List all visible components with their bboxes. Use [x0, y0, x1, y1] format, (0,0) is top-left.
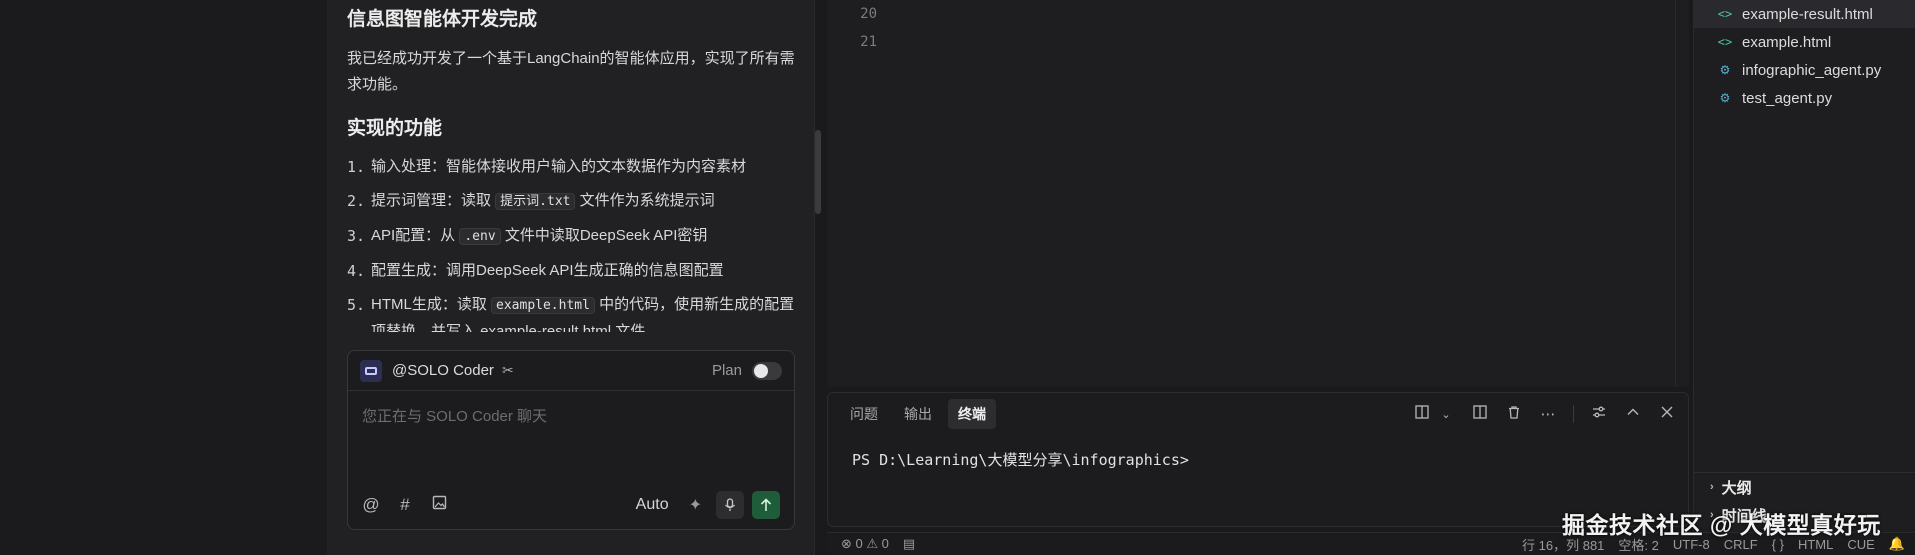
composer-footer: @ # Auto ✦: [348, 481, 794, 529]
inline-code: 提示词.txt: [495, 193, 576, 210]
python-file-icon: ⚙: [1719, 91, 1731, 105]
features-heading: 实现的功能: [347, 118, 443, 139]
panel-toolbar: ⌄ ⋯: [1397, 405, 1676, 423]
agent-selector[interactable]: @SOLO Coder: [392, 362, 494, 379]
chat-message: 信息图智能体开发完成 我已经成功开发了一个基于LangChain的智能体应用，实…: [327, 0, 815, 332]
plan-label: Plan: [711, 362, 742, 379]
tab-problems[interactable]: 问题: [840, 399, 888, 429]
list-item: 4. 配置生成：调用DeepSeek API生成正确的信息图配置: [347, 262, 724, 280]
list-item: 1. 输入处理：智能体接收用户输入的文本数据作为内容素材: [347, 158, 747, 176]
chat-panel: 信息图智能体开发完成 我已经成功开发了一个基于LangChain的智能体应用，实…: [327, 0, 821, 555]
terminal-prompt[interactable]: PS D:\Learning\大模型分享\infographics>: [828, 435, 1688, 484]
html-file-icon: <>: [1717, 7, 1733, 21]
feature-list: 1. 输入处理：智能体接收用户输入的文本数据作为内容素材 2. 提示词管理：读取 提…: [347, 154, 795, 332]
settings-sliders-icon[interactable]: [1590, 405, 1608, 423]
notification-bell-icon[interactable]: 🔔: [1889, 536, 1905, 552]
image-upload-icon[interactable]: [430, 495, 448, 515]
list-item: 5. HTML生成：读取 example.html 中的代码，使用新生成的配置项替…: [347, 296, 795, 332]
watermark: 掘金技术社区 @ 大模型真好玩: [1562, 512, 1881, 538]
bottom-panel: 问题 输出 终端 ⌄ ⋯ PS D:\Learning\大模型分享\infogr…: [827, 392, 1689, 527]
line-number: 20: [860, 6, 877, 22]
maximize-panel-icon[interactable]: [1624, 405, 1642, 423]
message-heading: 信息图智能体开发完成: [347, 9, 538, 30]
left-gutter: [0, 0, 327, 555]
file-item-example-html[interactable]: <> example.html: [1694, 28, 1915, 56]
message-intro: 我已经成功开发了一个基于LangChain的智能体应用，实现了所有需求功能。: [347, 50, 795, 93]
terminal-status-icon[interactable]: ▤: [903, 536, 915, 552]
arrow-up-icon: [760, 498, 772, 511]
file-item-test-agent-py[interactable]: ⚙ test_agent.py: [1694, 84, 1915, 112]
plan-toggle[interactable]: [752, 361, 782, 380]
trash-icon[interactable]: [1505, 405, 1523, 423]
microphone-button[interactable]: [716, 491, 744, 519]
chat-scrollbar[interactable]: [815, 130, 821, 214]
section-outline[interactable]: › 大纲: [1694, 473, 1915, 501]
editor-scrollbar[interactable]: [1675, 0, 1689, 387]
bot-icon: [360, 359, 382, 382]
more-icon[interactable]: ⋯: [1539, 405, 1557, 423]
problems-status[interactable]: ⊗ 0 ⚠ 0: [841, 536, 889, 552]
inline-code: example.html: [491, 297, 595, 314]
toolbar-divider: [1573, 405, 1574, 423]
split-terminal-icon[interactable]: [1471, 405, 1489, 423]
chevron-down-icon[interactable]: ⌄: [1437, 408, 1455, 421]
list-item: 3. API配置：从 .env 文件中读取DeepSeek API密钥: [347, 227, 708, 245]
line-number-gutter: 20 21: [827, 0, 877, 56]
app-window: 信息图智能体开发完成 我已经成功开发了一个基于LangChain的智能体应用，实…: [0, 0, 1915, 555]
microphone-icon: [725, 498, 735, 511]
panel-tabs: 问题 输出 终端 ⌄ ⋯: [828, 393, 1688, 435]
tab-output[interactable]: 输出: [894, 399, 942, 429]
file-item-infographic-agent-py[interactable]: ⚙ infographic_agent.py: [1694, 56, 1915, 84]
model-mode-auto[interactable]: Auto: [636, 496, 669, 514]
hash-context-icon[interactable]: #: [396, 495, 414, 515]
sparkle-icon[interactable]: ✦: [689, 495, 702, 515]
close-icon[interactable]: [1658, 405, 1676, 423]
new-terminal-layout-icon[interactable]: [1413, 405, 1431, 423]
python-file-icon: ⚙: [1719, 63, 1731, 77]
chat-composer: @SOLO Coder ✂ Plan 您正在与 SOLO Coder 聊天 @ …: [347, 350, 795, 530]
tools-icon[interactable]: ✂: [502, 362, 514, 379]
chat-input[interactable]: 您正在与 SOLO Coder 聊天: [348, 391, 794, 479]
composer-header: @SOLO Coder ✂ Plan: [348, 351, 794, 391]
html-file-icon: <>: [1717, 35, 1733, 49]
send-button[interactable]: [752, 491, 780, 519]
file-explorer: <> example-result.html <> example.html ⚙…: [1693, 0, 1915, 532]
file-item-example-result-html[interactable]: <> example-result.html: [1694, 0, 1915, 28]
inline-code: .env: [459, 228, 501, 245]
at-mention-icon[interactable]: @: [362, 495, 380, 515]
tab-terminal[interactable]: 终端: [948, 399, 996, 429]
line-number: 21: [860, 34, 877, 50]
list-item: 2. 提示词管理：读取 提示词.txt 文件作为系统提示词: [347, 192, 715, 210]
chevron-right-icon: ›: [1710, 481, 1714, 493]
code-editor[interactable]: 20 21: [827, 0, 1689, 387]
